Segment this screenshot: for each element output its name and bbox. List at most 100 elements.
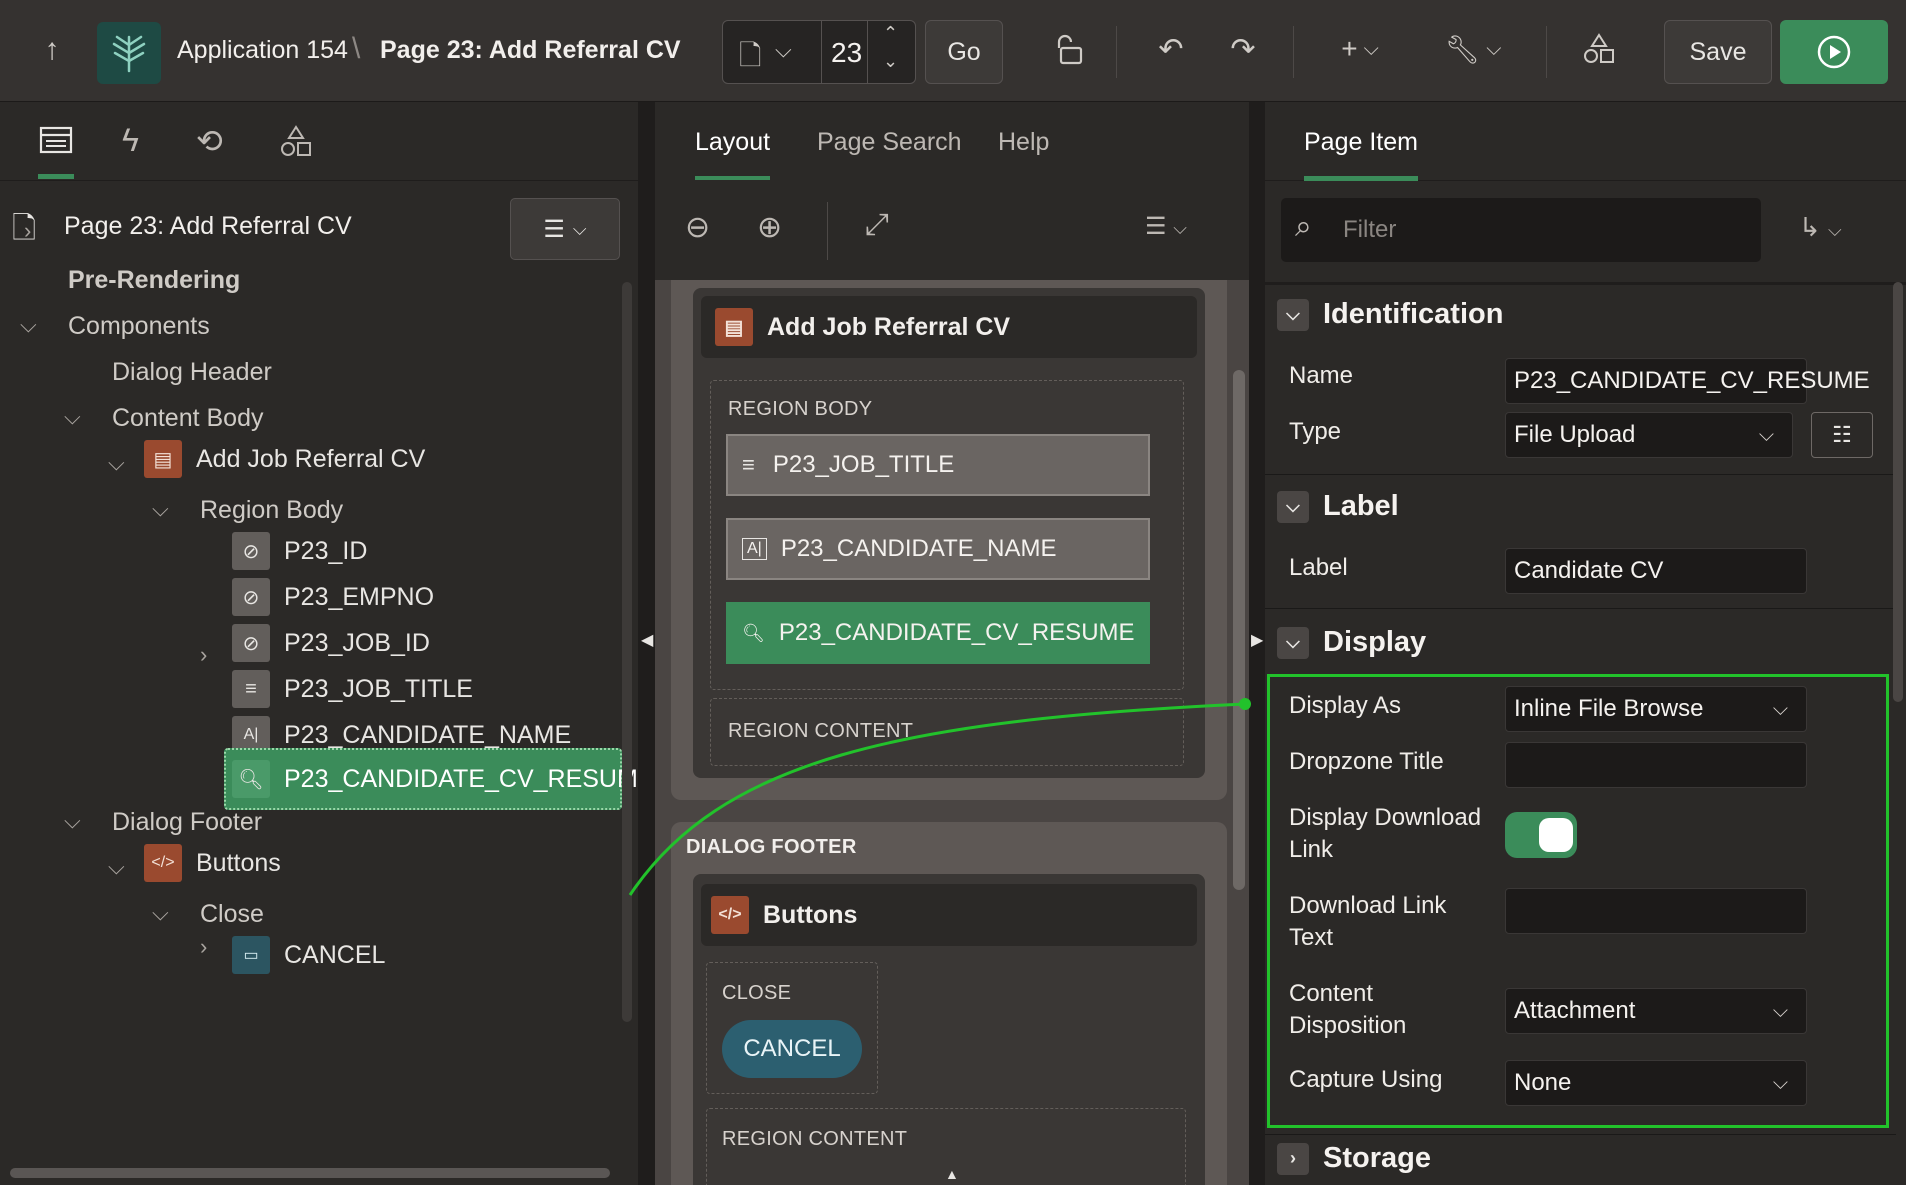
group-identification[interactable]: ⌵ Identification bbox=[1277, 298, 1503, 331]
expand-icon[interactable]: ⤢ bbox=[865, 208, 889, 242]
layout-item-job-title[interactable]: ≡ P23_JOB_TITLE bbox=[726, 434, 1150, 496]
prop-capture-using-select[interactable]: None ⌵ bbox=[1505, 1060, 1807, 1106]
group-storage[interactable]: › Storage bbox=[1277, 1142, 1431, 1175]
tree-region-add-job-referral[interactable]: ▤ Add Job Referral CV bbox=[144, 440, 425, 478]
layout-item-label: P23_CANDIDATE_NAME bbox=[780, 535, 1057, 562]
rendering-tab-icon[interactable] bbox=[38, 124, 78, 158]
chevron-down-icon[interactable]: ⌵ bbox=[64, 808, 81, 834]
group-label[interactable]: ⌵ Label bbox=[1277, 490, 1399, 523]
go-to-group-icon[interactable]: ↳ ⌵ bbox=[1799, 212, 1842, 243]
cancel-button[interactable]: CANCEL bbox=[722, 1020, 862, 1078]
layout-menu-icon[interactable]: ☰ ⌵ bbox=[1145, 212, 1187, 241]
display-download-link-toggle[interactable] bbox=[1505, 812, 1577, 858]
prop-name-input[interactable]: P23_CANDIDATE_CV_RESUME bbox=[1505, 358, 1870, 404]
shapes-icon bbox=[1584, 33, 1614, 63]
tab-help[interactable]: Help bbox=[998, 128, 1049, 157]
button-icon: ▭ bbox=[232, 936, 270, 974]
canvas-scrollbar[interactable] bbox=[1233, 370, 1245, 890]
prop-dropzone-title-label: Dropzone Title bbox=[1289, 748, 1444, 775]
divider bbox=[1265, 1134, 1896, 1135]
lock-icon[interactable] bbox=[1050, 30, 1090, 70]
go-button[interactable]: Go bbox=[925, 20, 1003, 84]
up-arrow-icon[interactable]: ↑ bbox=[34, 30, 70, 70]
page-icon[interactable]: 🗋 bbox=[739, 35, 762, 83]
group-display[interactable]: ⌵ Display bbox=[1277, 626, 1426, 659]
prop-content-disposition-select[interactable]: Attachment ⌵ bbox=[1505, 988, 1807, 1034]
chevron-down-icon[interactable]: ⌵ bbox=[152, 900, 169, 926]
tree-dialog-footer[interactable]: Dialog Footer bbox=[112, 808, 262, 837]
tree-close-position[interactable]: Close bbox=[200, 900, 264, 929]
tree-horizontal-scrollbar[interactable] bbox=[10, 1168, 610, 1178]
list-layout-icon bbox=[39, 126, 73, 154]
decrement-icon[interactable]: ⌄ bbox=[883, 51, 898, 72]
shared-shapes-icon[interactable] bbox=[278, 124, 314, 163]
processing-cycle-icon[interactable]: ⟲ bbox=[196, 122, 223, 160]
tree-item-p23-candidate-cv-resume[interactable]: 🔍︎ P23_CANDIDATE_CV_RESUME bbox=[232, 760, 654, 798]
divider bbox=[1546, 26, 1547, 78]
tree-dialog-header[interactable]: Dialog Header bbox=[112, 358, 272, 387]
divider bbox=[867, 21, 868, 83]
chevron-down-icon[interactable]: ⌵ bbox=[775, 37, 792, 63]
filter-input[interactable]: ⌕ Filter bbox=[1281, 198, 1761, 262]
tree-region-body[interactable]: Region Body bbox=[200, 496, 343, 525]
tree-menu-button[interactable]: ☰ ⌵ bbox=[510, 198, 620, 260]
tree-item-p23-job-id[interactable]: ⊘ P23_JOB_ID bbox=[232, 624, 430, 662]
tree-item-p23-job-title[interactable]: ≡ P23_JOB_TITLE bbox=[232, 670, 473, 708]
create-menu-icon[interactable]: + ⌵ bbox=[1330, 28, 1390, 70]
prop-label-input[interactable]: Candidate CV bbox=[1505, 548, 1807, 594]
page-number-input[interactable]: 23 bbox=[831, 37, 862, 69]
run-page-button[interactable] bbox=[1780, 20, 1888, 84]
zoom-out-icon[interactable]: ⊖ bbox=[685, 210, 710, 245]
group-title: Identification bbox=[1323, 298, 1504, 330]
tree-region-buttons[interactable]: </> Buttons bbox=[144, 844, 281, 882]
prop-dropzone-title-input[interactable] bbox=[1505, 742, 1807, 788]
prop-type-select[interactable]: File Upload ⌵ bbox=[1505, 412, 1793, 458]
tree-button-cancel[interactable]: ▭ CANCEL bbox=[232, 936, 385, 974]
chevron-down-icon[interactable]: ⌵ bbox=[108, 450, 125, 476]
redo-icon[interactable]: ↷ bbox=[1222, 28, 1264, 70]
code-region-icon: </> bbox=[711, 896, 749, 934]
chevron-down-icon: ⌵ bbox=[1772, 999, 1788, 1022]
chevron-down-icon[interactable]: ⌵ bbox=[64, 404, 81, 430]
divider bbox=[1265, 608, 1896, 609]
tree-pre-rendering[interactable]: Pre-Rendering bbox=[68, 266, 240, 295]
layout-item-candidate-name[interactable]: A| P23_CANDIDATE_NAME bbox=[726, 518, 1150, 580]
tab-page-search[interactable]: Page Search bbox=[817, 128, 962, 157]
save-button[interactable]: Save bbox=[1664, 20, 1772, 84]
prop-type-value: File Upload bbox=[1514, 421, 1636, 448]
chevron-right-icon[interactable]: › bbox=[200, 642, 207, 668]
chevron-right-icon[interactable]: › bbox=[200, 934, 207, 960]
tab-page-item[interactable]: Page Item bbox=[1304, 128, 1418, 181]
shared-components-icon[interactable] bbox=[1578, 28, 1620, 70]
tree-content-body[interactable]: Content Body bbox=[112, 404, 264, 433]
page-node-label[interactable]: Page 23: Add Referral CV bbox=[64, 212, 352, 241]
collapse-left-arrow-icon[interactable]: ◀ bbox=[641, 630, 653, 650]
prop-download-link-text-input[interactable] bbox=[1505, 888, 1807, 934]
increment-icon[interactable]: ⌃ bbox=[883, 23, 898, 44]
dynamic-actions-lightning-icon[interactable]: ϟ bbox=[122, 122, 139, 159]
layout-item-candidate-cv-resume[interactable]: 🔍︎ P23_CANDIDATE_CV_RESUME bbox=[726, 602, 1150, 664]
scroll-up-arrow-icon[interactable]: ▲ bbox=[945, 1166, 959, 1182]
app-name[interactable]: Application 154 bbox=[177, 36, 348, 65]
collapse-right-arrow-icon[interactable]: ▶ bbox=[1251, 630, 1263, 650]
utilities-wrench-icon[interactable]: 🔧︎ ⌵ bbox=[1440, 28, 1506, 70]
zoom-in-icon[interactable]: ⊕ bbox=[757, 210, 782, 245]
chevron-right-icon[interactable]: › bbox=[24, 218, 31, 244]
type-list-button[interactable]: ☷ bbox=[1811, 412, 1873, 458]
undo-icon[interactable]: ↶ bbox=[1150, 28, 1192, 70]
label-line-1: Content bbox=[1289, 980, 1374, 1007]
tab-layout[interactable]: Layout bbox=[695, 128, 771, 181]
app-logo[interactable] bbox=[97, 22, 161, 84]
property-scrollbar[interactable] bbox=[1893, 282, 1903, 702]
chevron-down-icon[interactable]: ⌵ bbox=[20, 312, 37, 338]
chevron-down-icon[interactable]: ⌵ bbox=[108, 854, 125, 880]
tree-item-p23-empno[interactable]: ⊘ P23_EMPNO bbox=[232, 578, 434, 616]
tree-item-label: P23_JOB_ID bbox=[284, 628, 430, 657]
tree-item-p23-id[interactable]: ⊘ P23_ID bbox=[232, 532, 367, 570]
filter-placeholder: Filter bbox=[1343, 216, 1397, 243]
tree-vertical-scrollbar[interactable] bbox=[622, 282, 632, 1022]
tree-region-label: Add Job Referral CV bbox=[196, 444, 426, 473]
chevron-down-icon[interactable]: ⌵ bbox=[152, 496, 169, 522]
tree-components[interactable]: Components bbox=[68, 312, 210, 341]
prop-display-as-select[interactable]: Inline File Browse ⌵ bbox=[1505, 686, 1807, 732]
